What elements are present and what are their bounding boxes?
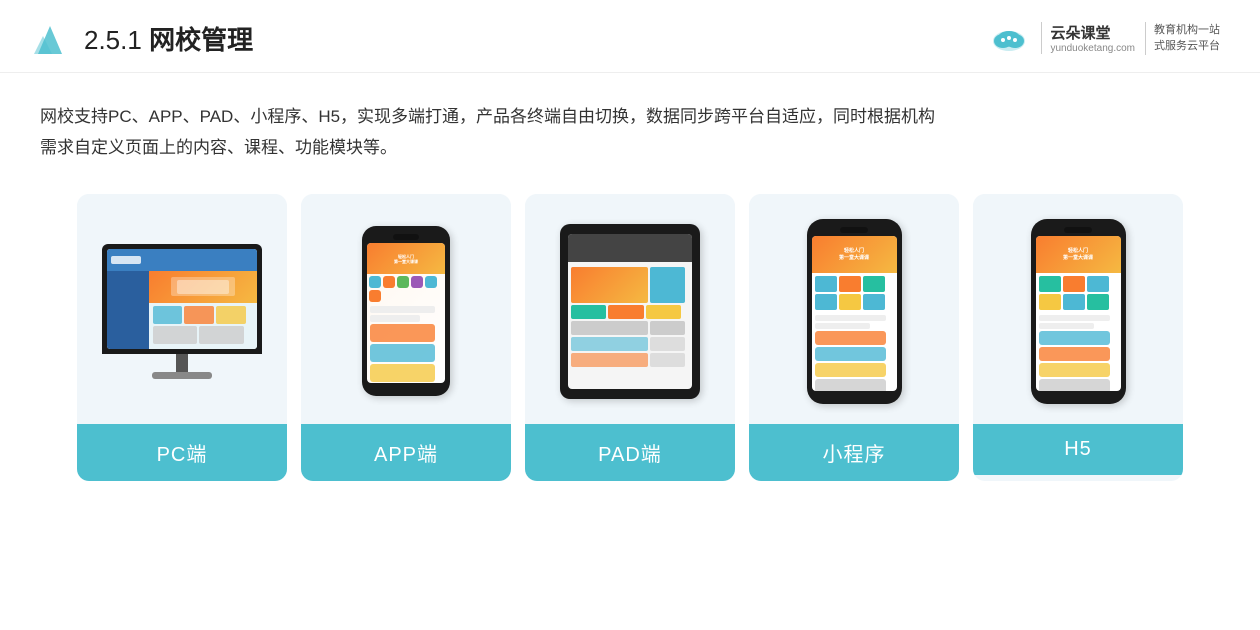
card-label-pad: PAD端	[525, 424, 735, 481]
pc-screen-inner	[107, 249, 257, 349]
brand-slogan: 教育机构一站 式服务云平台	[1145, 22, 1220, 55]
card-miniprogram: 轻松人门 第一堂大课课	[749, 194, 959, 481]
mini-screen-top-1: 轻松人门 第一堂大课课	[812, 236, 897, 273]
miniprogram-image-area: 轻松人门 第一堂大课课	[749, 194, 959, 424]
pc-stand	[176, 354, 188, 372]
phone-body: 轻松人门 第一堂大课课	[362, 226, 450, 396]
header-left: 2.5.1 网校管理	[30, 18, 253, 58]
page-title: 2.5.1 网校管理	[84, 20, 253, 57]
icon-dot-3	[397, 276, 409, 288]
pad-screen-header	[568, 234, 692, 262]
mini-screen-grid-2	[1036, 273, 1121, 313]
pad-mockup	[558, 224, 703, 399]
icon-dot-6	[369, 290, 381, 302]
brand-logo: 云朵课堂 yunduoketang.com 教育机构一站 式服务云平台	[987, 19, 1220, 57]
h5-image-area: 轻松人门 第一堂大课课	[973, 194, 1183, 424]
card-pad: PAD端	[525, 194, 735, 481]
description-text: 网校支持PC、APP、PAD、小程序、H5，实现多端打通，产品各终端自由切换，数…	[40, 101, 1220, 164]
pc-base	[152, 372, 212, 379]
mini-notch-1	[840, 227, 868, 233]
cards-section: PC端 轻松人门 第一堂大课课	[0, 174, 1260, 511]
icon-dot-5	[425, 276, 437, 288]
phone-notch	[393, 234, 419, 240]
mini-screen-2: 轻松人门 第一堂大课课	[1036, 236, 1121, 391]
mini-screen-top-2: 轻松人门 第一堂大课课	[1036, 236, 1121, 273]
description-section: 网校支持PC、APP、PAD、小程序、H5，实现多端打通，产品各终端自由切换，数…	[0, 73, 1260, 174]
card-label-pc: PC端	[77, 424, 287, 481]
phone-mockup: 轻松人门 第一堂大课课	[361, 226, 451, 396]
pad-body	[560, 224, 700, 399]
pad-screen	[568, 234, 692, 389]
page-wrapper: 2.5.1 网校管理 云朵课堂 yunduoketang.com	[0, 0, 1260, 630]
icon-dot-1	[369, 276, 381, 288]
phone-screen-header: 轻松人门 第一堂大课课	[367, 243, 445, 274]
card-h5: 轻松人门 第一堂大课课	[973, 194, 1183, 481]
pc-mockup	[97, 244, 267, 379]
mini-screen-1: 轻松人门 第一堂大课课	[812, 236, 897, 391]
icon-dot-2	[383, 276, 395, 288]
pad-image-area	[525, 194, 735, 424]
card-label-app: APP端	[301, 424, 511, 481]
card-pc: PC端	[77, 194, 287, 481]
pc-image-area	[77, 194, 287, 424]
mini-screen-grid-1	[812, 273, 897, 313]
brand-text-block: 云朵课堂 yunduoketang.com	[1041, 22, 1135, 54]
card-label-h5: H5	[973, 424, 1183, 475]
card-label-miniprogram: 小程序	[749, 424, 959, 481]
phone-screen: 轻松人门 第一堂大课课	[367, 243, 445, 383]
brand-url: yunduoketang.com	[1050, 43, 1135, 54]
card-app: 轻松人门 第一堂大课课	[301, 194, 511, 481]
mini-phone-mockup-1: 轻松人门 第一堂大课课	[807, 219, 902, 404]
logo-icon	[30, 18, 70, 58]
icon-dot-4	[411, 276, 423, 288]
mini-notch-2	[1064, 227, 1092, 233]
brand-cloud-icon	[987, 19, 1031, 57]
pc-screen-outer	[102, 244, 262, 354]
phone-icon-grid	[367, 274, 445, 304]
mini-phone-mockup-2: 轻松人门 第一堂大课课	[1031, 219, 1126, 404]
brand-name: 云朵课堂	[1050, 22, 1110, 43]
app-image-area: 轻松人门 第一堂大课课	[301, 194, 511, 424]
header: 2.5.1 网校管理 云朵课堂 yunduoketang.com	[0, 0, 1260, 73]
